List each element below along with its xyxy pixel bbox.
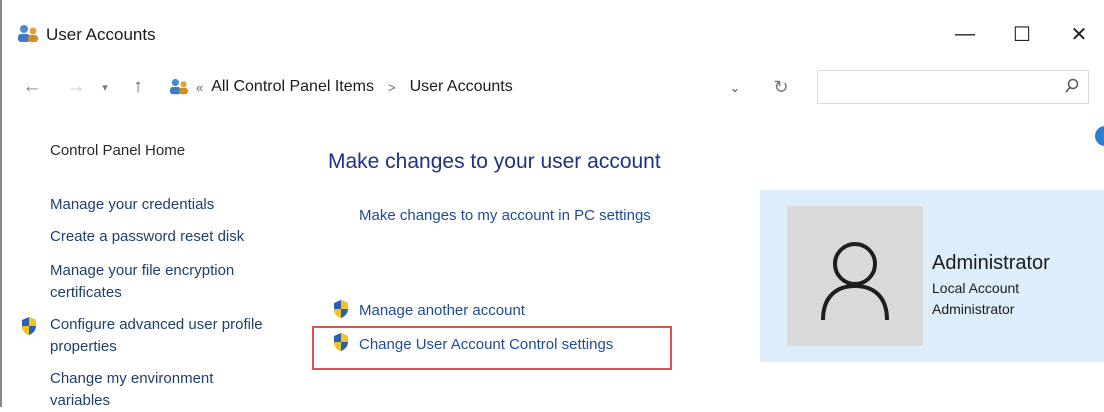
user-avatar-icon [821, 242, 889, 321]
title-bar: User Accounts — ☐ ✕ [2, 0, 1104, 64]
avatar [787, 206, 923, 346]
page-title: Make changes to your user account [328, 150, 661, 173]
users-icon [170, 78, 188, 95]
close-button[interactable]: ✕ [1054, 16, 1104, 52]
maximize-button[interactable]: ☐ [997, 16, 1047, 52]
help-icon[interactable] [1095, 126, 1104, 146]
sidebar-item-file-encryption[interactable]: Manage your file encryption certificates [50, 260, 275, 304]
users-icon [18, 25, 38, 42]
recent-locations-button[interactable]: ▾ [98, 74, 112, 100]
up-arrow-icon: ↑ [133, 76, 143, 97]
address-bar[interactable]: « All Control Panel Items > User Account… [162, 70, 752, 104]
control-panel-home-link[interactable]: Control Panel Home [50, 140, 290, 162]
account-type: Local Account [932, 280, 1020, 296]
refresh-icon: ↻ [773, 76, 789, 97]
pc-settings-link[interactable]: Make changes to my account in PC setting… [359, 207, 651, 224]
window-title: User Accounts [46, 25, 156, 44]
back-arrow-icon: ← [22, 76, 42, 97]
back-button[interactable]: ← [20, 74, 44, 100]
sidebar-item-environment-variables[interactable]: Change my environment variables [50, 368, 250, 412]
refresh-button[interactable]: ↻ [766, 72, 796, 102]
search-input[interactable] [817, 70, 1089, 104]
minimize-icon: — [955, 22, 975, 45]
close-icon: ✕ [1070, 23, 1088, 46]
breadcrumb-all-control-panel-items[interactable]: All Control Panel Items [211, 78, 374, 96]
chevron-down-icon: ⌄ [729, 80, 741, 95]
address-dropdown-button[interactable]: ⌄ [724, 78, 746, 98]
shield-icon [22, 317, 36, 335]
account-role: Administrator [932, 301, 1015, 317]
forward-button[interactable]: → [64, 74, 88, 100]
chevron-down-icon: ▾ [102, 81, 108, 94]
breadcrumb-user-accounts[interactable]: User Accounts [410, 78, 513, 96]
up-button[interactable]: ↑ [126, 74, 150, 100]
user-accounts-window: User Accounts — ☐ ✕ ← → ▾ ↑ « All Contro… [0, 0, 1104, 409]
minimize-button[interactable]: — [940, 16, 990, 52]
highlight-box [312, 326, 672, 370]
left-task-pane: Control Panel Home Manage your credentia… [2, 110, 302, 409]
sidebar-item-manage-credentials[interactable]: Manage your credentials [50, 194, 290, 216]
breadcrumb-arrow-icon[interactable]: > [388, 80, 396, 95]
shield-icon [334, 300, 348, 318]
sidebar-item-advanced-profile[interactable]: Configure advanced user profile properti… [50, 314, 265, 358]
manage-another-account-link[interactable]: Manage another account [359, 302, 525, 319]
forward-arrow-icon: → [66, 76, 86, 97]
account-name: Administrator [932, 252, 1050, 274]
breadcrumb-overflow[interactable]: « [196, 80, 203, 95]
search-icon [1065, 78, 1079, 93]
maximize-icon: ☐ [1013, 23, 1031, 46]
sidebar-item-password-reset-disk[interactable]: Create a password reset disk [50, 226, 290, 248]
